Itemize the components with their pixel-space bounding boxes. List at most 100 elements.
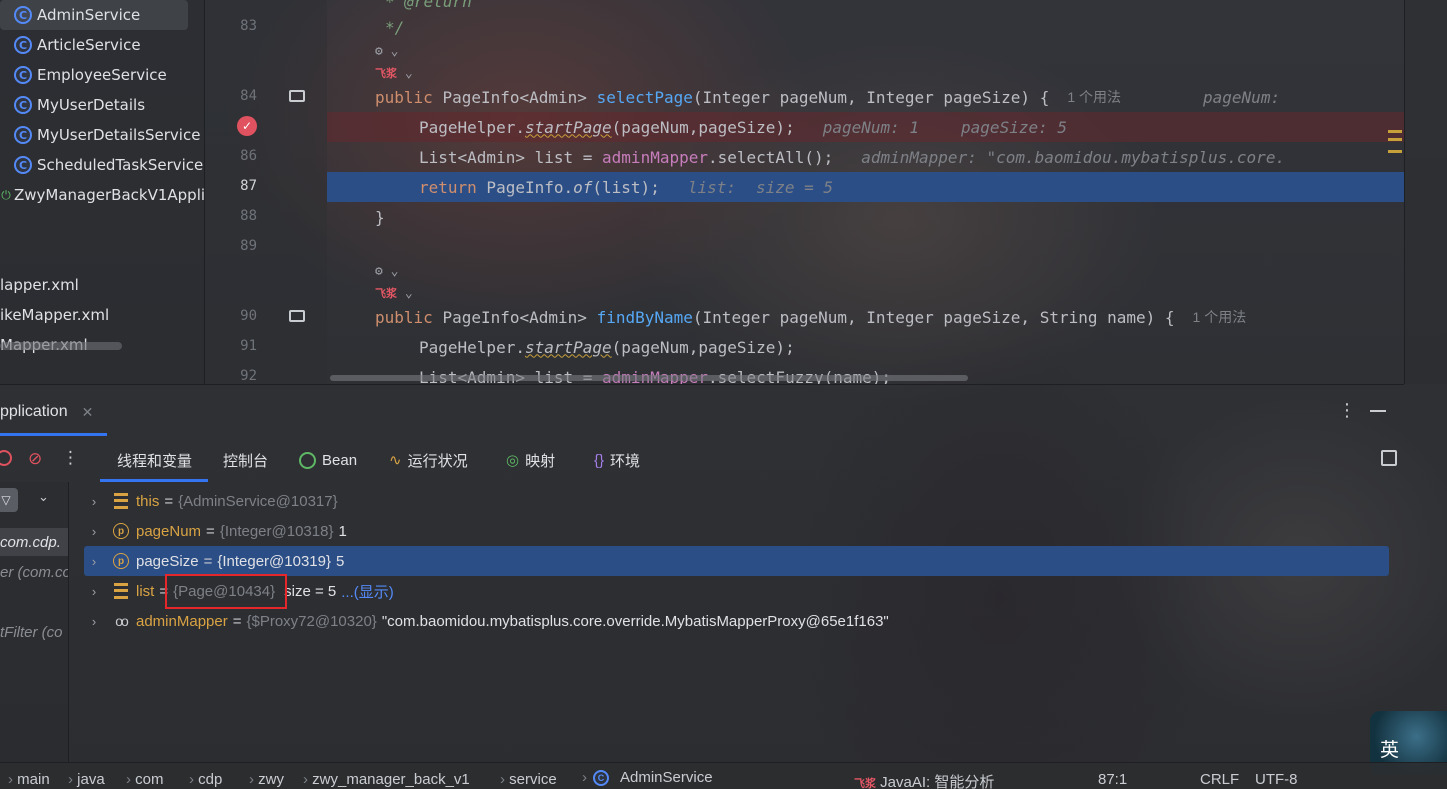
breadcrumb-item[interactable]: › C AdminService — [582, 769, 713, 786]
mute-breakpoints-icon[interactable]: ⊘ — [28, 449, 42, 469]
more-options-icon[interactable]: ⋮ — [1338, 400, 1356, 421]
breadcrumb-item[interactable]: › com — [126, 771, 164, 788]
tree-item-adminservice[interactable]: C AdminService — [0, 0, 188, 30]
chevron-right-icon[interactable]: › — [84, 584, 104, 599]
usage-count[interactable]: 1 个用法 — [1193, 307, 1247, 327]
active-tab-indicator — [100, 479, 208, 482]
stack-icon — [112, 582, 130, 600]
tree-item-label: MyUserDetails — [37, 96, 146, 114]
code-line-84: public PageInfo<Admin> selectPage (Intege… — [375, 87, 1281, 107]
stack-frame[interactable]: tFilter (co — [0, 618, 63, 646]
chevron-right-icon[interactable]: › — [84, 494, 104, 509]
code-line-85-breakpoint: PageHelper. startPage (pageNum,pageSize); … — [327, 112, 1404, 142]
glasses-icon: oo — [115, 613, 129, 629]
warning-marker[interactable] — [1388, 138, 1402, 141]
class-icon: C — [14, 66, 32, 84]
code-line-90: public PageInfo<Admin> findByName (Intege… — [375, 307, 1247, 327]
layout-settings-icon[interactable] — [1381, 450, 1397, 466]
param-icon: p — [112, 552, 130, 570]
line-number: 83 — [240, 18, 257, 34]
class-icon: C — [14, 156, 32, 174]
tree-item-scheduledtaskservice[interactable]: C ScheduledTaskService — [0, 150, 203, 180]
cursor-position[interactable]: 87:1 — [1098, 771, 1127, 788]
chevron-down-icon[interactable]: ⌄ — [38, 490, 49, 505]
ime-language-indicator[interactable]: 英 — [1380, 735, 1399, 762]
tab-console[interactable]: 控制台 — [223, 449, 268, 471]
file-encoding[interactable]: UTF-8 — [1255, 771, 1298, 788]
implementation-gutter-icon[interactable] — [289, 90, 305, 102]
bean-icon — [299, 451, 316, 469]
class-icon: C — [593, 769, 609, 786]
variable-row-pagenum[interactable]: › p pageNum = {Integer@10318} 1 — [84, 516, 1389, 546]
line-number: 92 — [240, 368, 257, 384]
line-number: 86 — [240, 148, 257, 164]
tree-item-mapper-xml[interactable]: lapper.xml — [0, 270, 79, 300]
tab-threads-variables[interactable]: 线程和变量 — [117, 449, 192, 471]
line-number-current: 87 — [240, 178, 257, 194]
usage-count[interactable]: 1 个用法 — [1067, 87, 1121, 107]
breadcrumb-item[interactable]: › java — [68, 771, 105, 788]
tree-horizontal-scrollbar[interactable] — [0, 342, 122, 350]
tree-item-application[interactable]: ⏻ ZwyManagerBackV1Applic — [0, 180, 204, 210]
code-line-91: PageHelper. startPage (pageNum,pageSize); — [419, 337, 795, 357]
variable-row-pagesize[interactable]: › p pageSize = {Integer@10319} 5 — [84, 546, 1389, 576]
class-icon: C — [14, 6, 32, 24]
right-tool-strip — [1404, 0, 1447, 384]
chevron-right-icon[interactable]: › — [84, 554, 104, 569]
line-number: 88 — [240, 208, 257, 224]
ai-badge-icon[interactable]: 飞浆 — [375, 65, 397, 81]
breakpoint-icon[interactable]: ✓ — [237, 116, 257, 136]
editor-horizontal-scrollbar[interactable] — [330, 375, 968, 381]
chevron-right-icon[interactable]: › — [84, 524, 104, 539]
tab-bean[interactable]: Bean — [299, 449, 357, 471]
tree-item-like-mapper-xml[interactable]: ikeMapper.xml — [0, 300, 109, 330]
frames-panel: ▽ ⌄ com.cdp. er (com.co tFilter (co — [0, 482, 69, 762]
tree-item-articleservice[interactable]: C ArticleService — [0, 30, 141, 60]
line-number: 84 — [240, 88, 257, 104]
variable-row-this[interactable]: › this = {AdminService@10317} — [84, 486, 1389, 516]
ai-badge-icon[interactable]: 飞浆 — [375, 285, 397, 301]
tree-item-label: lapper.xml — [0, 276, 79, 294]
warning-marker[interactable] — [1388, 150, 1402, 153]
breadcrumb-item[interactable]: › service — [500, 771, 557, 788]
minimize-icon[interactable] — [1370, 410, 1386, 412]
variable-row-adminmapper[interactable]: › oo adminMapper = {$Proxy72@10320} "com… — [84, 606, 1389, 636]
ai-assist-icon[interactable]: ⚙ ⌄ — [375, 264, 398, 279]
breadcrumb-item[interactable]: › cdp — [189, 771, 222, 788]
more-debug-options-icon[interactable]: ⋮ — [62, 448, 79, 468]
breadcrumb-item[interactable]: › main — [8, 771, 50, 788]
breadcrumb-item[interactable]: › zwy — [249, 771, 284, 788]
show-value-link[interactable]: ...(显示) — [341, 581, 394, 602]
chevron-down-icon[interactable]: ⌄ — [397, 286, 413, 301]
status-bar: › main › java › com › cdp › zwy › zwy_ma… — [0, 762, 1447, 789]
breadcrumb-item[interactable]: › zwy_manager_back_v1 — [303, 771, 470, 788]
tree-item-label: AdminService — [37, 6, 141, 24]
ai-status[interactable]: 飞浆 JavaAI: 智能分析 — [854, 771, 994, 789]
line-separator[interactable]: CRLF — [1200, 771, 1239, 788]
tree-item-myuserdetailsservice[interactable]: C MyUserDetailsService — [0, 120, 200, 150]
stack-frame[interactable]: er (com.co — [0, 558, 68, 586]
editor-gutter: 82 83 84 86 87 88 89 90 91 92 — [205, 0, 327, 384]
close-icon[interactable]: ✕ — [82, 404, 94, 421]
session-tab-indicator — [0, 433, 107, 436]
class-icon: C — [14, 126, 32, 144]
param-icon: p — [112, 522, 130, 540]
debug-session-tab[interactable]: pplication ✕ — [0, 400, 93, 424]
chevron-right-icon[interactable]: › — [84, 614, 104, 629]
line-number: 89 — [240, 238, 257, 254]
code-editor[interactable]: * @return */ ⚙ ⌄ 飞浆 ⌄ public PageInfo<Ad… — [327, 0, 1404, 384]
tree-item-myuserdetails[interactable]: C MyUserDetails — [0, 90, 145, 120]
tab-health[interactable]: ∿ 运行状况 — [389, 449, 468, 471]
spring-app-icon: ⏻ — [1, 187, 11, 202]
ai-assist-icon[interactable]: ⚙ ⌄ — [375, 44, 398, 59]
implementation-gutter-icon[interactable] — [289, 310, 305, 322]
tab-mappings[interactable]: ◎ 映射 — [506, 449, 555, 471]
class-icon: C — [14, 96, 32, 114]
stack-icon — [112, 492, 130, 510]
chevron-down-icon[interactable]: ⌄ — [397, 66, 413, 81]
stack-frame[interactable]: com.cdp. — [0, 528, 68, 556]
tree-item-employeeservice[interactable]: C EmployeeService — [0, 60, 167, 90]
filter-icon[interactable]: ▽ — [0, 488, 18, 512]
tab-environment[interactable]: {} 环境 — [594, 449, 640, 471]
warning-marker[interactable] — [1388, 130, 1402, 133]
